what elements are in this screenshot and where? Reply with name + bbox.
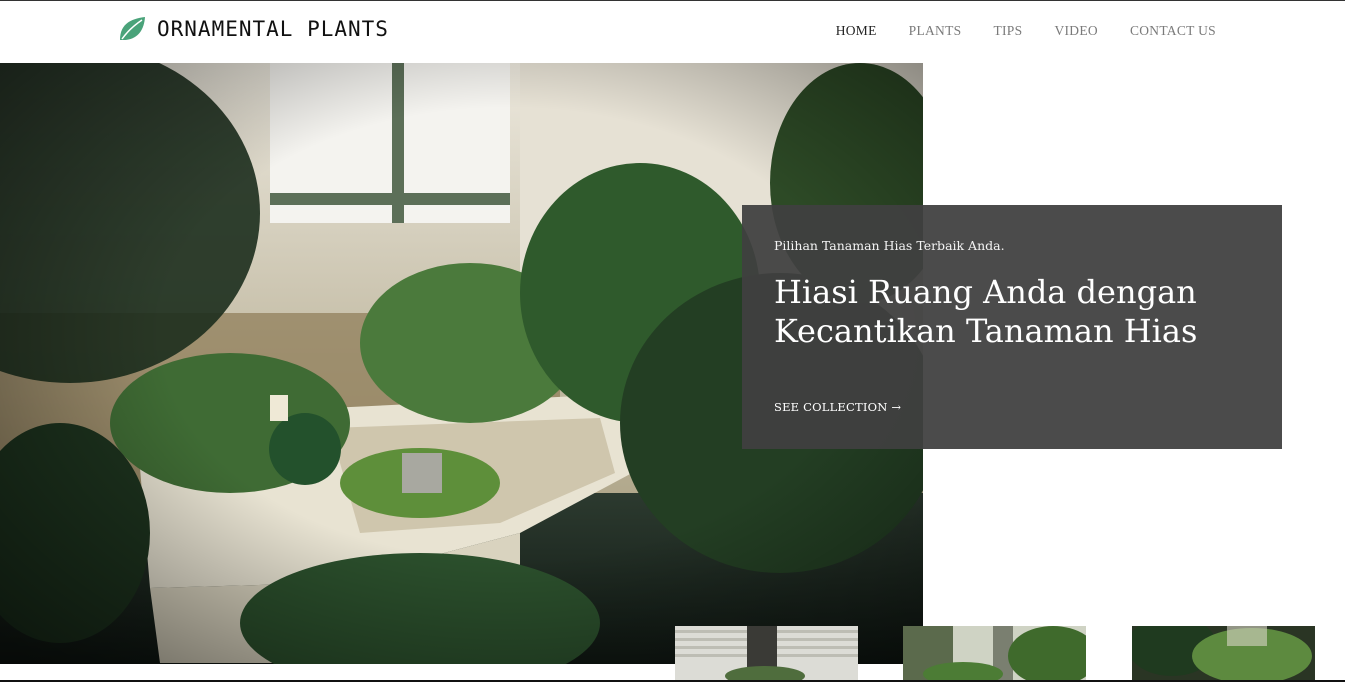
hero-overlay-card: Pilihan Tanaman Hias Terbaik Anda. Hiasi… (742, 205, 1282, 449)
hero-tagline: Pilihan Tanaman Hias Terbaik Anda. (774, 238, 1005, 253)
hero-headline-line-2: Kecantikan Tanaman Hias (774, 312, 1198, 350)
see-collection-label: SEE COLLECTION (774, 400, 888, 414)
site-header: ORNAMENTAL PLANTS HOME PLANTS TIPS VIDEO… (0, 1, 1345, 63)
nav-item-video[interactable]: VIDEO (1054, 23, 1098, 39)
nav-item-plants[interactable]: PLANTS (909, 23, 962, 39)
thumbnail-1[interactable] (675, 626, 858, 680)
see-collection-link[interactable]: SEE COLLECTION → (774, 400, 901, 414)
nav-item-contact-us[interactable]: CONTACT US (1130, 23, 1216, 39)
hero-headline: Hiasi Ruang Anda dengan Kecantikan Tanam… (774, 273, 1250, 351)
main-nav: HOME PLANTS TIPS VIDEO CONTACT US (836, 23, 1216, 39)
arrow-right-icon: → (891, 400, 902, 414)
thumbnail-3[interactable] (1132, 626, 1315, 680)
leaf-icon (120, 17, 145, 40)
hero-headline-line-1: Hiasi Ruang Anda dengan (774, 273, 1197, 311)
brand-logo[interactable]: ORNAMENTAL PLANTS (117, 15, 389, 43)
thumbnail-2[interactable] (903, 626, 1086, 680)
nav-item-tips[interactable]: TIPS (993, 23, 1022, 39)
nav-item-home[interactable]: HOME (836, 23, 877, 39)
brand-name: ORNAMENTAL PLANTS (157, 17, 389, 41)
